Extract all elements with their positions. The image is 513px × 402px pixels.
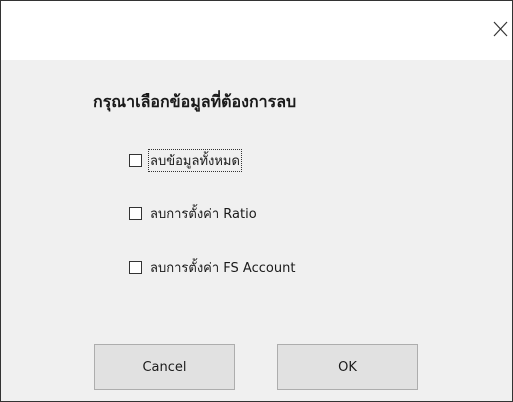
delete-all-checkbox[interactable] [129,153,142,167]
option-delete-ratio-settings[interactable]: ลบการตั้งค่า Ratio [129,203,258,223]
option-delete-fs-account-settings[interactable]: ลบการตั้งค่า FS Account [129,257,296,277]
close-icon [493,21,508,37]
cancel-button[interactable]: Cancel [94,344,235,390]
title-bar [1,1,512,60]
option-label: ลบการตั้งค่า FS Account [150,260,296,276]
delete-ratio-checkbox[interactable] [129,206,142,220]
ok-button[interactable]: OK [277,344,418,390]
dialog-body: กรุณาเลือกข้อมูลที่ต้องการลบ ลบข้อมูลทั้… [1,60,512,401]
delete-fs-account-checkbox[interactable] [129,260,142,274]
option-label: ลบการตั้งค่า Ratio [150,206,257,222]
close-button[interactable] [490,17,510,41]
option-delete-all[interactable]: ลบข้อมูลทั้งหมด [129,148,242,172]
option-label: ลบข้อมูลทั้งหมด [148,148,242,172]
delete-data-dialog: กรุณาเลือกข้อมูลที่ต้องการลบ ลบข้อมูลทั้… [0,0,513,402]
dialog-heading: กรุณาเลือกข้อมูลที่ต้องการลบ [93,92,297,111]
